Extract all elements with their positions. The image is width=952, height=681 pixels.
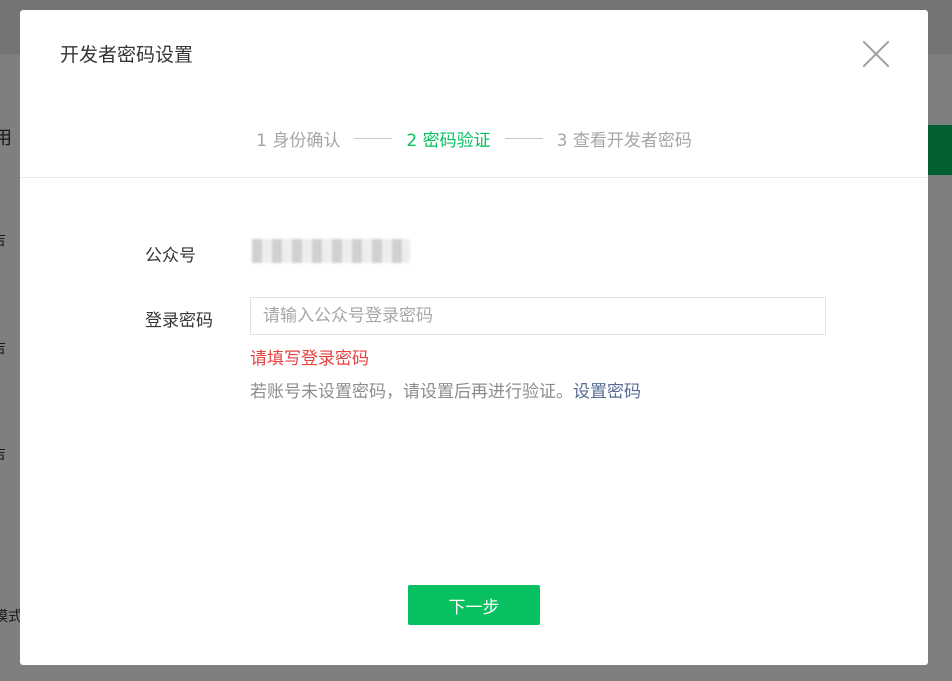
- close-icon[interactable]: [862, 40, 890, 68]
- password-error-text: 请填写登录密码: [250, 349, 369, 369]
- account-name-blurred: [252, 239, 410, 263]
- step-connector: [354, 137, 393, 139]
- step-connector: [504, 137, 543, 139]
- developer-password-dialog: 开发者密码设置 1 身份确认 2 密码验证 3 查看开发者密码 公众号 登录密码…: [20, 10, 928, 665]
- step-identity: 1 身份确认: [256, 130, 341, 151]
- dialog-title: 开发者密码设置: [60, 44, 194, 66]
- step-view-password: 3 查看开发者密码: [556, 130, 692, 151]
- next-step-button[interactable]: 下一步: [408, 585, 540, 625]
- password-input[interactable]: [250, 297, 826, 335]
- account-label: 公众号: [145, 246, 196, 266]
- header-divider: [20, 177, 928, 178]
- tip-text: 若账号未设置密码，请设置后再进行验证。: [250, 382, 573, 402]
- step-password-verify: 2 密码验证: [406, 130, 491, 151]
- password-label: 登录密码: [145, 311, 213, 331]
- set-password-link[interactable]: 设置密码: [573, 382, 641, 402]
- password-tip: 若账号未设置密码，请设置后再进行验证。设置密码: [250, 377, 641, 402]
- step-indicator: 1 身份确认 2 密码验证 3 查看开发者密码: [20, 124, 928, 152]
